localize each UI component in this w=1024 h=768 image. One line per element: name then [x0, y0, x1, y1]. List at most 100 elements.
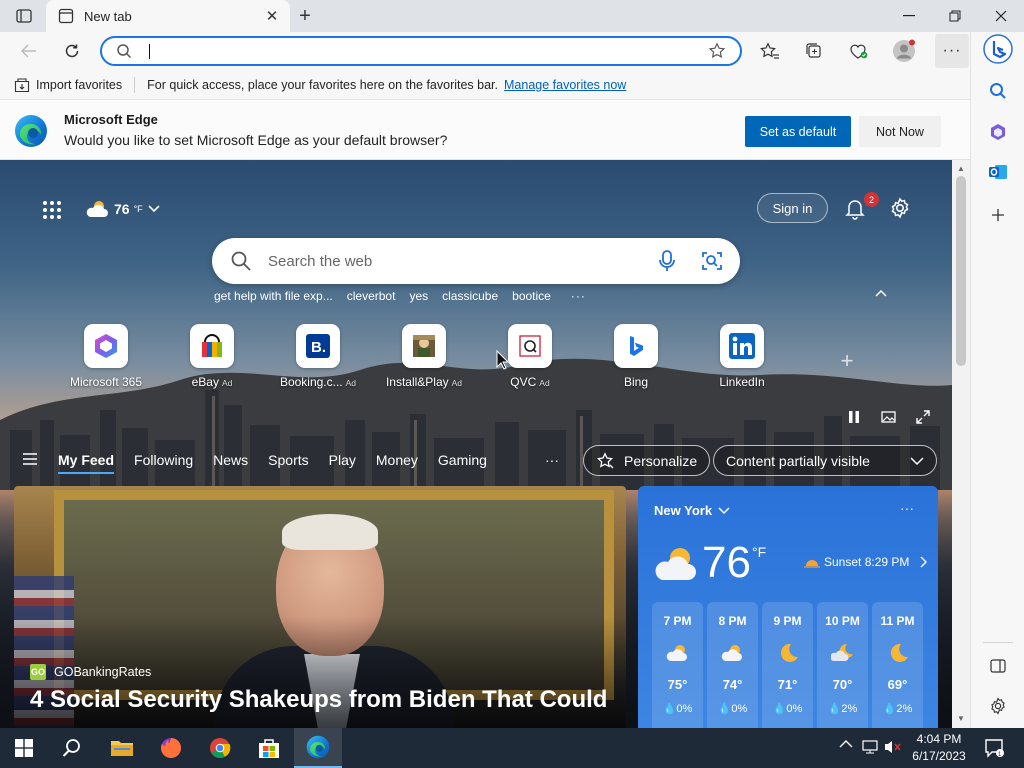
close-window-button[interactable]	[978, 0, 1024, 32]
background-info-icon[interactable]	[880, 408, 898, 426]
close-tab-icon[interactable]: ✕	[264, 8, 280, 25]
firefox-icon[interactable]	[147, 728, 195, 768]
quick-link-linkedin[interactable]: LinkedIn	[692, 324, 792, 394]
tab-money[interactable]: Money	[376, 452, 418, 474]
new-tab-icon	[58, 8, 74, 24]
outlook-sidebar-icon[interactable]	[983, 157, 1013, 187]
personalize-button[interactable]: Personalize	[583, 445, 711, 476]
add-quick-link-button[interactable]: +	[836, 348, 858, 373]
quick-link-install-play[interactable]: Install&Play Ad	[374, 324, 474, 394]
hero-news-card[interactable]: GO GOBankingRates 4 Social Security Shak…	[14, 486, 626, 728]
search-sidebar-icon[interactable]	[983, 76, 1013, 106]
network-icon[interactable]	[862, 739, 880, 758]
forecast-hour[interactable]: 9 PM 71° 💧0%	[762, 602, 813, 728]
taskbar-search-button[interactable]	[48, 728, 96, 768]
suggestion-item[interactable]: bootice	[512, 289, 551, 307]
settings-and-more-button[interactable]: ···	[935, 34, 969, 68]
sign-in-button[interactable]: Sign in	[757, 193, 828, 223]
quick-link-qvc[interactable]: QVC Ad	[480, 324, 580, 394]
more-suggestions-button[interactable]: ···	[571, 289, 586, 307]
forecast-hour[interactable]: 7 PM 75° 💧0%	[652, 602, 703, 728]
forecast-hour[interactable]: 8 PM 74° 💧0%	[707, 602, 758, 728]
scroll-up-icon[interactable]: ▲	[956, 164, 966, 174]
bing-chat-button[interactable]	[983, 34, 1013, 64]
forecast-hour[interactable]: 11 PM 69° 💧2%	[872, 602, 923, 728]
quick-link-ebay[interactable]: eBay Ad	[162, 324, 262, 394]
quick-link-microsoft-365[interactable]: Microsoft 365	[56, 324, 156, 394]
scroll-down-icon[interactable]: ▼	[956, 714, 966, 724]
tab-actions-icon[interactable]	[10, 7, 38, 25]
manage-favorites-link[interactable]: Manage favorites now	[504, 78, 626, 92]
partly-cloudy-icon	[666, 642, 690, 664]
sunset-info[interactable]: Sunset 8:29 PM	[804, 555, 928, 569]
restore-button[interactable]	[932, 0, 978, 32]
tab-sports[interactable]: Sports	[268, 452, 308, 474]
sidebar-settings-icon[interactable]	[983, 691, 1013, 721]
weather-widget-button[interactable]: 76 °F	[84, 196, 161, 222]
weather-card[interactable]: New York ··· 76 °F Sunset 8:29 PM 7 PM 7…	[638, 486, 938, 728]
tab-gaming[interactable]: Gaming	[438, 452, 487, 474]
suggestion-item[interactable]: cleverbot	[347, 289, 396, 307]
new-tab-button[interactable]: +	[292, 4, 318, 28]
not-now-button[interactable]: Not Now	[859, 116, 941, 147]
scrollbar-thumb[interactable]	[956, 176, 966, 366]
refresh-button[interactable]	[57, 36, 87, 66]
favorite-star-icon[interactable]	[708, 42, 726, 63]
page-settings-icon[interactable]	[887, 195, 913, 221]
app-launcher-icon[interactable]	[38, 196, 66, 224]
add-sidebar-app-icon[interactable]	[983, 200, 1013, 230]
set-as-default-button[interactable]: Set as default	[745, 116, 851, 147]
suggestion-item[interactable]: yes	[409, 289, 428, 307]
profile-avatar[interactable]	[889, 36, 919, 66]
notifications-center-icon[interactable]: 1	[984, 738, 1004, 761]
weather-city: New York	[654, 503, 713, 518]
chevron-up-icon[interactable]	[872, 284, 890, 302]
address-bar[interactable]	[100, 36, 742, 66]
ad-label: Ad	[345, 378, 357, 388]
news-headline[interactable]: 4 Social Security Shakeups from Biden Th…	[30, 686, 607, 714]
favorites-icon[interactable]	[755, 36, 785, 66]
back-button[interactable]	[14, 36, 44, 66]
minimize-button[interactable]	[886, 0, 932, 32]
import-favorites-button[interactable]: Import favorites	[14, 77, 122, 93]
chrome-icon[interactable]	[196, 728, 244, 768]
tab-news[interactable]: News	[213, 452, 248, 474]
tab-my-feed[interactable]: My Feed	[58, 452, 115, 474]
windows-logo-icon	[15, 739, 33, 757]
content-visibility-dropdown[interactable]: Content partially visible	[713, 445, 937, 476]
microphone-icon[interactable]	[656, 249, 678, 276]
weather-more-options-icon[interactable]: ···	[900, 500, 914, 516]
pause-background-icon[interactable]	[845, 408, 863, 426]
visual-search-icon[interactable]	[700, 249, 724, 276]
hamburger-menu-icon[interactable]	[22, 452, 38, 468]
browser-essentials-icon[interactable]	[843, 36, 873, 66]
start-button[interactable]	[0, 728, 48, 768]
system-clock[interactable]: 4:04 PM 6/17/2023	[906, 731, 972, 765]
volume-muted-icon[interactable]	[884, 739, 902, 758]
suggestion-item[interactable]: classicube	[442, 289, 498, 307]
file-explorer-icon[interactable]	[98, 728, 146, 768]
show-hidden-icons-icon[interactable]	[839, 738, 853, 752]
tab-following[interactable]: Following	[134, 452, 193, 474]
notifications-button[interactable]: 2	[842, 192, 879, 222]
weather-location-dropdown[interactable]: New York	[654, 503, 730, 518]
quick-link-label: eBay	[191, 375, 219, 389]
more-tabs-button[interactable]: ···	[545, 452, 559, 468]
tab-play[interactable]: Play	[329, 452, 356, 474]
collections-icon[interactable]	[799, 36, 829, 66]
quick-link-label: QVC	[510, 375, 537, 389]
microsoft-store-icon[interactable]	[245, 728, 293, 768]
forecast-hour[interactable]: 10 PM 70° 💧2%	[817, 602, 868, 728]
expand-icon[interactable]	[914, 408, 932, 426]
microsoft-365-sidebar-icon[interactable]	[983, 117, 1013, 147]
tab-new-tab[interactable]: New tab ✕	[46, 0, 290, 32]
quick-link-bing[interactable]: Bing	[586, 324, 686, 394]
quick-link-booking[interactable]: B. Booking.c... Ad	[268, 324, 368, 394]
address-input[interactable]	[150, 41, 690, 63]
web-search-input[interactable]	[268, 250, 628, 272]
hide-sidebar-icon[interactable]	[983, 651, 1013, 681]
web-search-box[interactable]	[212, 238, 740, 284]
page-scrollbar[interactable]: ▲ ▼	[952, 160, 970, 728]
edge-taskbar-icon[interactable]	[294, 728, 342, 768]
suggestion-item[interactable]: get help with file exp...	[214, 289, 333, 307]
